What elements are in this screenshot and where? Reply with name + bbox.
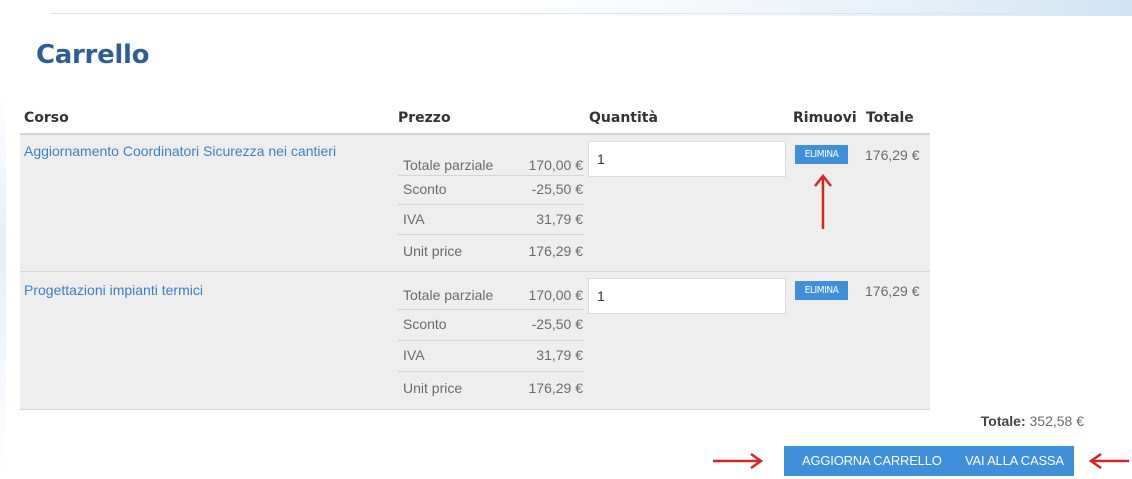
price-label-unit: Unit price <box>403 380 463 396</box>
price-value-discount: -25,50 € <box>531 181 583 197</box>
price-divider <box>398 204 584 205</box>
price-value-unit: 176,29 € <box>528 380 584 396</box>
arrow-left-icon <box>1088 452 1129 470</box>
price-label-discount: Sconto <box>403 316 447 332</box>
update-cart-button[interactable]: AGGIORNA CARRELLO <box>802 446 942 476</box>
row-divider <box>20 409 930 410</box>
course-link[interactable]: Progettazioni impianti termici <box>24 282 203 298</box>
column-header-remove: Rimuovi <box>793 110 857 126</box>
column-header-course: Corso <box>24 110 69 126</box>
quantity-input[interactable] <box>588 141 786 177</box>
column-header-price: Prezzo <box>398 110 451 126</box>
cart-total: Totale: 352,58 € <box>981 413 1084 429</box>
column-header-quantity: Quantità <box>589 110 658 126</box>
remove-button[interactable]: ELIMINA <box>795 281 848 300</box>
cart-total-value: 352,58 € <box>1029 413 1085 429</box>
price-value-unit: 176,29 € <box>528 243 584 259</box>
quantity-input[interactable] <box>588 278 786 314</box>
price-value-subtotal: 170,00 € <box>528 157 584 173</box>
price-label-subtotal: Totale parziale <box>403 287 494 303</box>
row-total: 176,29 € <box>865 147 920 163</box>
price-divider <box>398 309 584 310</box>
arrow-right-icon <box>713 452 764 470</box>
course-link[interactable]: Aggiornamento Coordinatori Sicurezza nei… <box>24 143 336 159</box>
price-label-vat: IVA <box>403 347 425 363</box>
price-label-unit: Unit price <box>403 243 463 259</box>
price-label-discount: Sconto <box>403 181 447 197</box>
cart-actions: AGGIORNA CARRELLO VAI ALLA CASSA <box>784 446 1074 476</box>
checkout-button[interactable]: VAI ALLA CASSA <box>965 446 1064 476</box>
price-value-vat: 31,79 € <box>536 211 583 227</box>
page-title: Carrello <box>36 40 150 70</box>
row-total: 176,29 € <box>865 283 920 299</box>
price-value-discount: -25,50 € <box>531 316 583 332</box>
remove-button[interactable]: ELIMINA <box>795 145 848 164</box>
price-value-vat: 31,79 € <box>536 347 583 363</box>
top-divider <box>50 13 1042 14</box>
column-header-total: Totale <box>866 110 914 126</box>
price-label-subtotal: Totale parziale <box>403 157 494 173</box>
price-divider <box>398 175 584 176</box>
price-divider <box>398 371 584 372</box>
cart-total-label: Totale: <box>980 413 1026 429</box>
left-edge-decoration <box>0 90 6 479</box>
price-divider <box>398 340 584 341</box>
price-value-subtotal: 170,00 € <box>528 287 584 303</box>
price-label-vat: IVA <box>403 211 425 227</box>
arrow-up-icon <box>814 173 832 229</box>
price-divider <box>398 234 584 235</box>
